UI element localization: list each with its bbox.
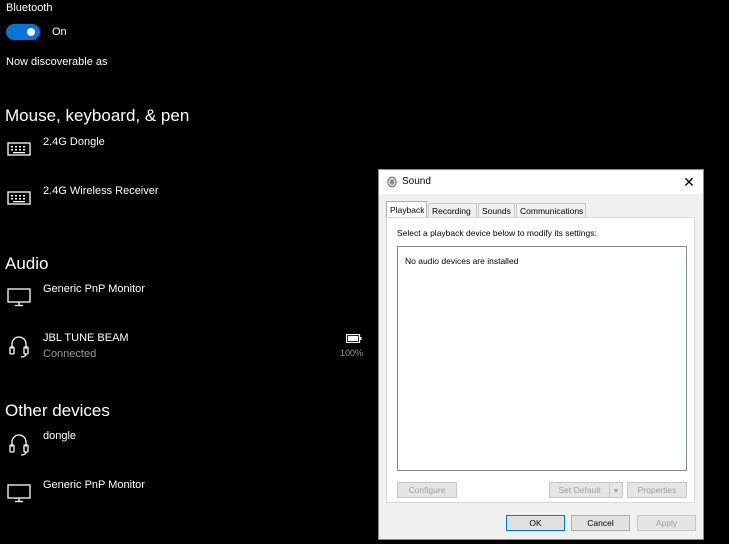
monitor-icon bbox=[7, 288, 31, 307]
bluetooth-label: Bluetooth bbox=[6, 2, 53, 14]
configure-button[interactable]: Configure bbox=[397, 482, 457, 498]
tab-recording[interactable]: Recording bbox=[428, 203, 477, 217]
device-name: Generic PnP Monitor bbox=[43, 283, 145, 295]
tab-sounds[interactable]: Sounds bbox=[478, 203, 515, 217]
apply-button[interactable]: Apply bbox=[637, 515, 696, 531]
device-name: Generic PnP Monitor bbox=[43, 479, 145, 491]
device-name: 2.4G Wireless Receiver bbox=[43, 185, 159, 197]
monitor-icon bbox=[7, 484, 31, 503]
instruction-text: Select a playback device below to modify… bbox=[397, 228, 597, 238]
section-heading-mouse-keyboard-pen: Mouse, keyboard, & pen bbox=[5, 106, 190, 125]
bluetooth-toggle-state: On bbox=[52, 26, 67, 38]
sound-dialog: Sound ✕ Playback Recording Sounds Commun… bbox=[378, 169, 704, 540]
device-name: JBL TUNE BEAM bbox=[43, 332, 129, 344]
toggle-knob bbox=[27, 28, 35, 36]
device-name: dongle bbox=[43, 430, 77, 442]
discoverable-text: Now discoverable as bbox=[6, 56, 108, 68]
speaker-icon bbox=[387, 176, 397, 188]
device-status: Connected bbox=[43, 348, 97, 360]
bluetooth-toggle[interactable] bbox=[6, 24, 40, 40]
dialog-titlebar[interactable]: Sound ✕ bbox=[379, 170, 703, 194]
device-list[interactable]: No audio devices are installed bbox=[397, 246, 687, 471]
keyboard-icon bbox=[7, 191, 31, 205]
headset-icon bbox=[9, 336, 29, 358]
ok-button[interactable]: OK bbox=[506, 515, 565, 531]
section-heading-audio: Audio bbox=[5, 254, 49, 273]
tab-communications[interactable]: Communications bbox=[516, 203, 586, 217]
set-default-button[interactable]: Set Default bbox=[549, 482, 610, 498]
keyboard-icon bbox=[7, 142, 31, 156]
cancel-button[interactable]: Cancel bbox=[571, 515, 630, 531]
empty-list-message: No audio devices are installed bbox=[405, 256, 519, 266]
playback-panel: Select a playback device below to modify… bbox=[386, 217, 695, 503]
properties-button[interactable]: Properties bbox=[627, 482, 687, 498]
device-name: 2.4G Dongle bbox=[43, 136, 105, 148]
headset-icon bbox=[9, 434, 29, 456]
close-icon[interactable]: ✕ bbox=[679, 172, 699, 192]
set-default-dropdown-button[interactable]: ▼ bbox=[609, 482, 623, 498]
battery-icon bbox=[346, 334, 362, 343]
section-heading-other-devices: Other devices bbox=[5, 401, 110, 420]
dialog-title: Sound bbox=[402, 176, 431, 187]
chevron-down-icon: ▼ bbox=[612, 488, 620, 495]
battery-percentage: 100% bbox=[340, 348, 364, 358]
tab-playback[interactable]: Playback bbox=[386, 201, 427, 218]
